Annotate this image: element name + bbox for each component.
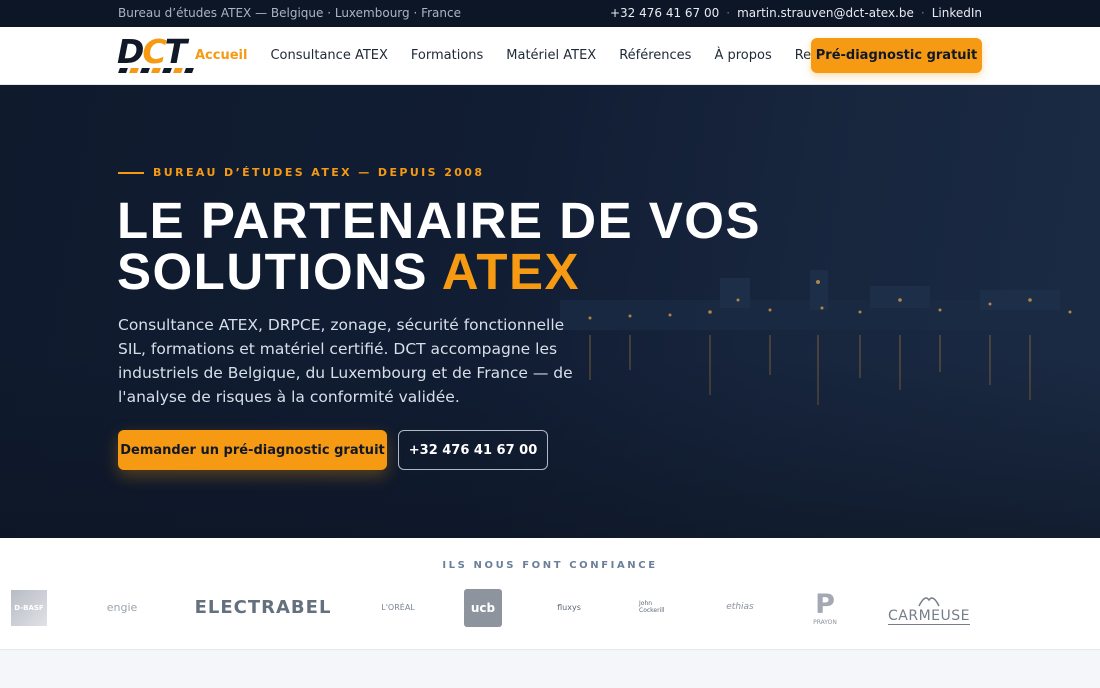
- nav-item-formations[interactable]: Formations: [411, 48, 483, 63]
- hero-title: LE PARTENAIRE DE VOS SOLUTIONS ATEX: [117, 195, 761, 297]
- trust-label: ILS NOUS FONT CONFIANCE: [442, 560, 658, 571]
- carmeuse-emblem-icon: [918, 596, 940, 606]
- electrabel-logo: ELECTRABEL: [194, 596, 332, 618]
- nav-item-consultance-atex[interactable]: Consultance ATEX: [270, 48, 387, 63]
- dct-logo[interactable]: DCT: [117, 32, 194, 75]
- ethias-logo: ethias: [726, 602, 754, 612]
- engie-logo: engie: [106, 600, 138, 614]
- tagline: Bureau d’études ATEX — Belgique · Luxemb…: [118, 6, 461, 20]
- hero-title-accent: ATEX: [441, 243, 581, 300]
- pre-diagnostic-nav-button[interactable]: Pré-diagnostic gratuit: [811, 38, 982, 73]
- linkedin-link[interactable]: LinkedIn: [932, 6, 982, 20]
- call-phone-button[interactable]: +32 476 41 67 00: [398, 430, 548, 470]
- next-section: [0, 650, 1100, 688]
- nav-item-accueil[interactable]: Accueil: [195, 48, 247, 63]
- nav-menu: Accueil Consultance ATEX Formations Maté…: [195, 48, 891, 63]
- prayon-logo: P PRAYON: [808, 588, 842, 628]
- prayon-mark: P: [815, 588, 835, 620]
- client-logos: D-BASF engie ELECTRABEL L'ORÉAL ucb flux…: [0, 588, 1100, 630]
- hero-eyebrow: BUREAU D’ÉTUDES ATEX — DEPUIS 2008: [118, 166, 484, 179]
- john-cockerill-logo: John Cockerill: [639, 600, 665, 614]
- phone-link[interactable]: +32 476 41 67 00: [610, 6, 719, 20]
- top-utility-bar: Bureau d’études ATEX — Belgique · Luxemb…: [0, 0, 1100, 27]
- fluxys-logo: fluxys: [557, 602, 581, 612]
- ucb-logo: ucb: [464, 589, 502, 627]
- logo-wordmark: DCT: [117, 32, 187, 71]
- nav-item-materiel-atex[interactable]: Matériel ATEX: [506, 48, 596, 63]
- prayon-wordmark: PRAYON: [813, 618, 837, 626]
- eyebrow-rule: [118, 171, 144, 174]
- hero-section: BUREAU D’ÉTUDES ATEX — DEPUIS 2008 LE PA…: [0, 85, 1100, 538]
- client-logos-section: ILS NOUS FONT CONFIANCE D-BASF engie ELE…: [0, 538, 1100, 650]
- separator: ·: [920, 6, 925, 20]
- hero-title-line2-text: SOLUTIONS: [117, 243, 442, 300]
- nav-item-references[interactable]: Références: [619, 48, 691, 63]
- loreal-logo: L'ORÉAL: [381, 602, 415, 612]
- hero-title-line1: LE PARTENAIRE DE VOS: [117, 192, 761, 249]
- request-pre-diagnostic-button[interactable]: Demander un pré-diagnostic gratuit: [118, 430, 387, 470]
- carmeuse-wordmark: CARMEUSE: [888, 607, 970, 625]
- contact-links: +32 476 41 67 00 · martin.strauven@dct-a…: [610, 6, 982, 20]
- logo-stripes: [118, 68, 194, 73]
- email-link[interactable]: martin.strauven@dct-atex.be: [737, 6, 914, 20]
- hero-lead: Consultance ATEX, DRPCE, zonage, sécurit…: [118, 316, 573, 406]
- main-navigation: DCT Accueil Consultance ATEX Formations …: [0, 27, 1100, 85]
- carmeuse-logo: CARMEUSE: [888, 590, 970, 626]
- eyebrow-text: BUREAU D’ÉTUDES ATEX — DEPUIS 2008: [153, 166, 485, 179]
- separator: ·: [726, 6, 731, 20]
- hero-title-line2: SOLUTIONS ATEX: [117, 246, 761, 297]
- nav-item-a-propos[interactable]: À propos: [714, 48, 771, 63]
- basf-logo: D-BASF: [11, 590, 47, 626]
